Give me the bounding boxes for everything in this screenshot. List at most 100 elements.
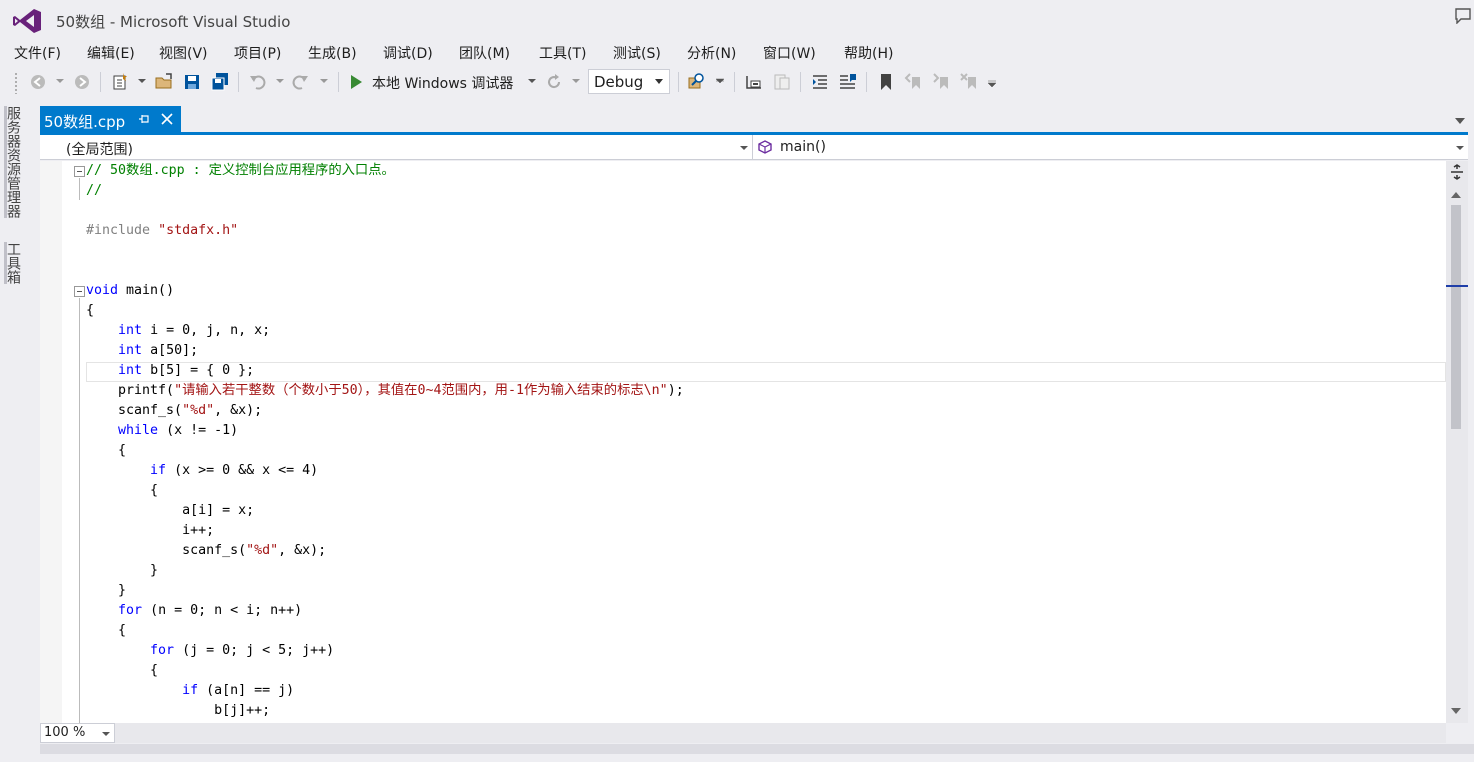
menu-window[interactable]: 窗口(W) <box>763 43 816 63</box>
menu-view[interactable]: 视图(V) <box>159 43 208 63</box>
refresh-dropdown-icon[interactable] <box>572 77 580 85</box>
server-explorer-tab[interactable]: 服务器资源管理器 <box>4 106 22 218</box>
menu-analyze[interactable]: 分析(N) <box>687 43 736 63</box>
navigate-forward-icon[interactable] <box>72 72 92 92</box>
previous-bookmark-icon[interactable] <box>904 72 924 92</box>
code-line[interactable]: scanf_s("%d", &x); <box>86 541 326 561</box>
code-line[interactable]: int i = 0, j, n, x; <box>86 321 270 341</box>
code-line[interactable]: for (n = 0; n < i; n++) <box>86 601 302 621</box>
navigate-back-icon[interactable] <box>28 72 48 92</box>
redo-dropdown-icon[interactable] <box>320 77 328 85</box>
feedback-icon[interactable] <box>1454 8 1472 24</box>
start-debugging-icon[interactable] <box>346 72 366 92</box>
code-line[interactable]: { <box>86 661 158 681</box>
navigation-bar: (全局范围) main() <box>40 135 1468 160</box>
code-token: scanf_s( <box>86 403 183 418</box>
code-line[interactable]: int b[5] = { 0 }; <box>86 361 254 381</box>
menu-test[interactable]: 测试(S) <box>613 43 661 63</box>
code-line[interactable]: { <box>86 441 126 461</box>
open-file-icon[interactable] <box>154 72 174 92</box>
code-line[interactable]: printf("请输入若干整数（个数小于50），其值在0~4范围内，用-1作为输… <box>86 381 684 401</box>
code-keyword: if <box>150 463 167 478</box>
code-string: "%d" <box>246 543 279 558</box>
code-keyword: void <box>86 283 119 298</box>
code-line[interactable]: // 50数组.cpp : 定义控制台应用程序的入口点。 <box>86 161 395 181</box>
scroll-up-icon[interactable] <box>1451 192 1461 198</box>
undo-icon[interactable] <box>248 72 268 92</box>
code-line[interactable]: { <box>86 301 94 321</box>
code-string: "请输入若干整数（个数小于50），其值在0~4范围内，用-1作为输入结束的标志\… <box>174 383 668 398</box>
code-keyword: int <box>118 363 143 378</box>
code-editor[interactable]: // 50数组.cpp : 定义控制台应用程序的入口点。 // #include "… <box>40 161 1468 723</box>
outline-collapse-toggle[interactable] <box>74 286 85 297</box>
debugger-dropdown-icon[interactable] <box>528 77 536 85</box>
tab-50-cpp[interactable]: 50数组.cpp <box>40 106 181 134</box>
code-line[interactable]: // <box>86 181 102 201</box>
vertical-scrollbar[interactable] <box>1446 161 1468 723</box>
menu-build[interactable]: 生成(B) <box>308 43 357 63</box>
code-line[interactable]: scanf_s("%d", &x); <box>86 401 262 421</box>
code-keyword: int <box>118 343 143 358</box>
code-line[interactable]: while (x != -1) <box>86 421 238 441</box>
menu-team[interactable]: 团队(M) <box>459 43 510 63</box>
redo-icon[interactable] <box>290 72 310 92</box>
menu-project[interactable]: 项目(P) <box>234 43 281 63</box>
code-line[interactable]: void main() <box>86 281 174 301</box>
save-icon[interactable] <box>182 72 202 92</box>
code-line[interactable]: b[j]++; <box>86 701 270 721</box>
find-dropdown-icon[interactable] <box>716 77 724 85</box>
indent-icon[interactable] <box>810 72 830 92</box>
bookmark-icon[interactable] <box>876 72 896 92</box>
new-project-icon[interactable] <box>110 72 130 92</box>
code-token: (j = 0; j < 5; j++) <box>174 643 335 658</box>
code-line[interactable]: for (j = 0; j < 5; j++) <box>86 641 334 661</box>
code-line[interactable]: i++; <box>86 521 214 541</box>
code-line[interactable]: } <box>86 561 158 581</box>
undo-dropdown-icon[interactable] <box>276 77 284 85</box>
horizontal-scrollbar[interactable] <box>115 723 1446 743</box>
next-bookmark-icon[interactable] <box>932 72 952 92</box>
comment-selection-icon[interactable] <box>838 72 858 92</box>
toolbar-overflow-icon[interactable] <box>988 80 996 88</box>
tab-overflow-dropdown-icon[interactable] <box>1455 118 1465 124</box>
outline-collapse-toggle[interactable] <box>74 166 85 177</box>
code-line[interactable]: { <box>86 481 158 501</box>
member-dropdown[interactable]: main() <box>754 135 1468 160</box>
scroll-down-icon[interactable] <box>1451 708 1461 714</box>
pin-icon[interactable] <box>138 112 150 126</box>
code-line[interactable]: int a[50]; <box>86 341 198 361</box>
new-dropdown-icon[interactable] <box>138 77 146 85</box>
scrollbar-thumb[interactable] <box>1451 205 1461 429</box>
zoom-level-select[interactable]: 100 % <box>40 723 115 743</box>
refresh-icon[interactable] <box>544 72 564 92</box>
properties-icon[interactable] <box>772 72 792 92</box>
scope-dropdown[interactable]: (全局范围) <box>40 135 753 160</box>
start-debugging-button[interactable]: 本地 Windows 调试器 <box>372 73 513 93</box>
clear-bookmarks-icon[interactable] <box>960 72 980 92</box>
menu-help[interactable]: 帮助(H) <box>844 43 893 63</box>
code-line[interactable]: { <box>86 621 126 641</box>
indicator-margin <box>40 161 62 723</box>
save-all-icon[interactable] <box>210 72 230 92</box>
code-line[interactable]: if (a[n] == j) <box>86 681 294 701</box>
menu-debug[interactable]: 调试(D) <box>383 43 433 63</box>
menu-file[interactable]: 文件(F) <box>14 43 61 63</box>
find-in-files-icon[interactable] <box>686 72 706 92</box>
code-line[interactable]: } <box>86 581 126 601</box>
solution-configuration-select[interactable]: Debug <box>588 69 670 94</box>
current-line-highlight <box>86 362 1446 382</box>
menu-edit[interactable]: 编辑(E) <box>87 43 135 63</box>
code-line[interactable]: a[i] = x; <box>86 501 254 521</box>
toolbox-tab[interactable]: 工具箱 <box>4 242 22 284</box>
configuration-value: Debug <box>594 73 644 91</box>
close-icon[interactable] <box>160 112 174 126</box>
solution-explorer-icon[interactable] <box>744 72 764 92</box>
code-line[interactable]: if (x >= 0 && x <= 4) <box>86 461 318 481</box>
code-line[interactable]: #include "stdafx.h" <box>86 221 238 241</box>
back-dropdown-icon[interactable] <box>56 77 64 85</box>
split-window-icon[interactable] <box>1449 164 1465 180</box>
menu-tools[interactable]: 工具(T) <box>539 43 586 63</box>
